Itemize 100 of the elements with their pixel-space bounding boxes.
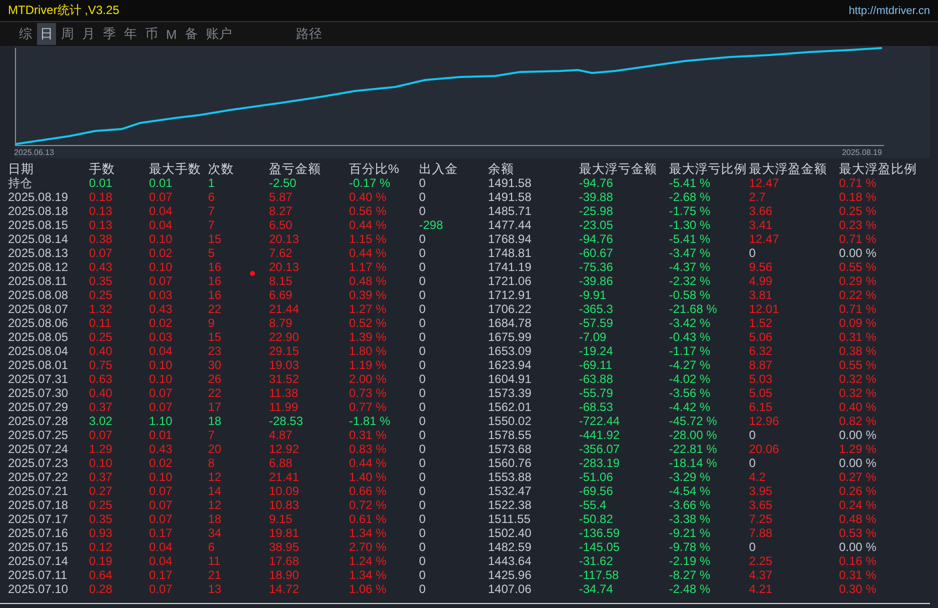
table-cell: 0.56 % xyxy=(349,204,386,218)
date-cell: 2025.07.16 xyxy=(8,526,68,540)
table-cell: -0.58 % xyxy=(669,288,710,302)
table-cell: 26 xyxy=(208,372,222,386)
table-cell: 0.10 xyxy=(149,358,172,372)
table-cell: 0 xyxy=(419,302,426,316)
table-cell: 0.22 % xyxy=(839,288,876,302)
table-cell: 1741.19 xyxy=(488,260,532,274)
date-cell: 2025.08.06 xyxy=(8,316,68,330)
date-cell: 2025.07.29 xyxy=(8,400,68,414)
table-cell: 0 xyxy=(749,456,756,470)
table-cell: 0.43 xyxy=(149,442,172,456)
table-cell: -145.05 xyxy=(579,540,620,554)
table-cell: 1573.39 xyxy=(488,386,532,400)
table-cell: 5.87 xyxy=(269,190,292,204)
table-cell: -1.81 % xyxy=(349,414,390,428)
table-cell: 2.00 % xyxy=(349,372,386,386)
table-cell: 0.23 % xyxy=(839,218,876,232)
date-cell: 2025.07.21 xyxy=(8,484,68,498)
table-cell: 14 xyxy=(208,484,222,498)
table-cell: -9.78 % xyxy=(669,540,710,554)
table-cell: 0 xyxy=(419,274,426,288)
table-cell: 1.15 % xyxy=(349,232,386,246)
table-cell: -9.21 % xyxy=(669,526,710,540)
table-cell: 20.13 xyxy=(269,260,300,274)
tab[interactable]: 季 xyxy=(100,23,119,45)
table-cell: 0.01 xyxy=(89,176,112,190)
table-cell: 6.69 xyxy=(269,288,292,302)
table-cell: 0 xyxy=(419,498,426,512)
website-link[interactable]: http://mtdriver.cn xyxy=(848,4,930,16)
table-cell: 0.02 xyxy=(149,246,172,260)
table-cell: 12.47 xyxy=(749,232,780,246)
tab[interactable]: M xyxy=(163,24,180,44)
table-cell: 0 xyxy=(419,400,426,414)
table-cell: 4.2 xyxy=(749,470,766,484)
table-cell: 0 xyxy=(419,316,426,330)
date-cell: 2025.07.14 xyxy=(8,554,68,568)
tab[interactable]: 月 xyxy=(79,23,98,45)
date-cell: 2025.07.31 xyxy=(8,372,68,386)
table-cell: 0.40 xyxy=(89,386,112,400)
table-cell: -3.47 % xyxy=(669,246,710,260)
table-cell: 6.88 xyxy=(269,456,292,470)
table-cell: 0.09 % xyxy=(839,316,876,330)
table-cell: 1.29 % xyxy=(839,442,876,456)
tab[interactable]: 周 xyxy=(58,23,77,45)
table-cell: -39.88 xyxy=(579,190,614,204)
table-cell: 7.88 xyxy=(749,526,772,540)
table-cell: 0.43 xyxy=(89,260,112,274)
table-cell: 1491.58 xyxy=(488,176,532,190)
table-cell: 5 xyxy=(208,246,215,260)
column-header: 最大浮亏比例 xyxy=(669,162,747,176)
table-cell: 11 xyxy=(208,554,220,568)
tab[interactable]: 币 xyxy=(142,23,161,45)
table-cell: 19.03 xyxy=(269,358,300,372)
table-cell: 0.13 xyxy=(89,218,112,232)
table-cell: 1768.94 xyxy=(488,232,532,246)
table-cell: 12 xyxy=(208,470,222,484)
table-cell: 0.44 % xyxy=(349,218,386,232)
table-cell: -2.48 % xyxy=(669,582,710,596)
table-cell: 0.10 xyxy=(149,372,172,386)
table-cell: 0.39 % xyxy=(349,288,386,302)
table-cell: 0.04 xyxy=(149,218,172,232)
table-cell: 6.32 xyxy=(749,344,772,358)
table-cell: 1604.91 xyxy=(488,372,532,386)
table-cell: 5.06 xyxy=(749,330,772,344)
table-cell: -55.79 xyxy=(579,386,614,400)
table-cell: 0.25 % xyxy=(839,204,876,218)
table-cell: 0.01 xyxy=(149,428,172,442)
tab[interactable]: 账户 xyxy=(202,23,235,45)
table-cell: -69.56 xyxy=(579,484,614,498)
table-cell: 0.66 % xyxy=(349,484,386,498)
table-cell: 0.00 % xyxy=(839,540,876,554)
table-cell: 18 xyxy=(208,414,222,428)
table-cell: 0.03 xyxy=(149,288,172,302)
table-cell: 21.41 xyxy=(269,470,300,484)
table-cell: 0.07 xyxy=(149,582,172,596)
table-cell: -3.56 % xyxy=(669,386,710,400)
table-cell: 16 xyxy=(208,274,222,288)
table-cell: 0.32 % xyxy=(839,372,876,386)
table-cell: 1485.71 xyxy=(488,204,532,218)
table-cell: 8 xyxy=(208,456,215,470)
tab[interactable]: 综 xyxy=(16,23,35,45)
table-cell: -45.72 % xyxy=(669,414,718,428)
table-cell: 1675.99 xyxy=(488,330,532,344)
table-cell: 0.25 xyxy=(89,288,112,302)
table-cell: 7.62 xyxy=(269,246,292,260)
column-header: 次数 xyxy=(208,162,234,176)
table-cell: 3.65 xyxy=(749,498,772,512)
table-cell: 0.38 % xyxy=(839,344,876,358)
table-cell: -3.38 % xyxy=(669,512,710,526)
tab[interactable]: 日 xyxy=(37,23,56,45)
tab[interactable]: 路径 xyxy=(292,23,325,45)
table-cell: -1.17 % xyxy=(669,344,710,358)
tab[interactable]: 备 xyxy=(182,23,201,45)
tab[interactable]: 年 xyxy=(121,23,140,45)
table-cell: 1.17 % xyxy=(349,260,386,274)
table-cell: 0.07 xyxy=(149,484,172,498)
table-cell: 0.04 xyxy=(149,540,172,554)
table-cell: 0.61 % xyxy=(349,512,386,526)
table-cell: 1748.81 xyxy=(488,246,532,260)
